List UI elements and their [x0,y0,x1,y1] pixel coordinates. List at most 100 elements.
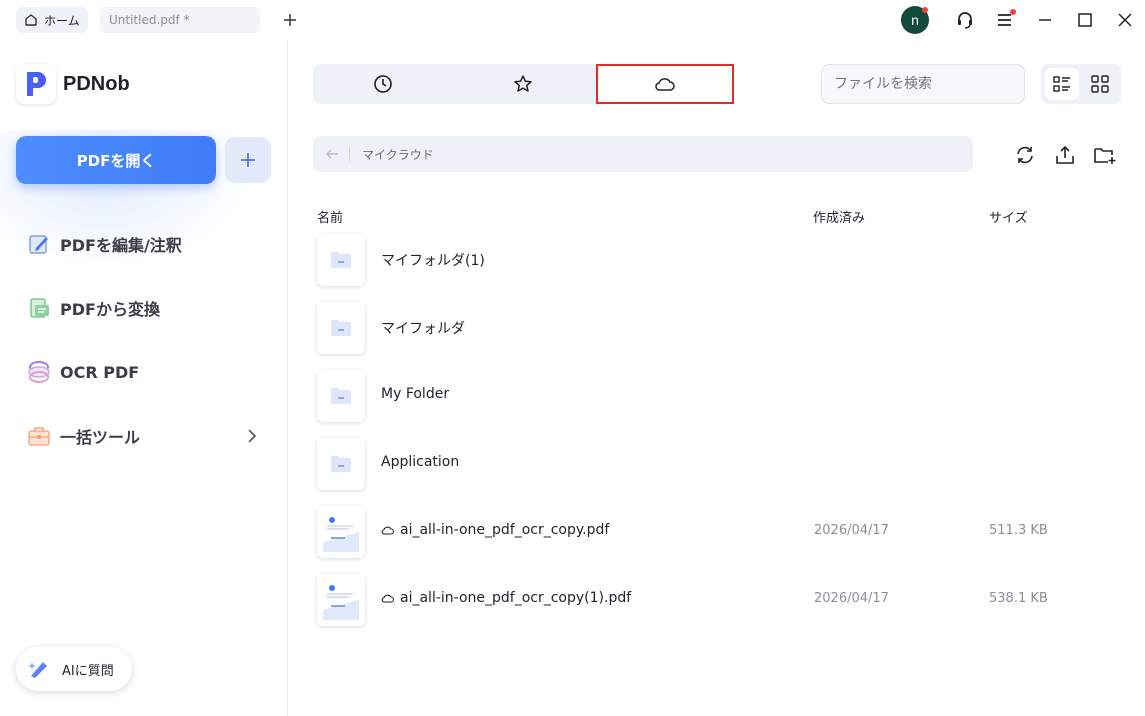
table-row[interactable]: Application [313,434,1113,494]
column-header-name[interactable]: 名前 [317,207,343,226]
cloud-icon [381,526,395,535]
recent-clock-icon [374,75,392,93]
plus-icon [241,153,255,167]
table-row[interactable]: My Folder [313,366,1113,426]
list-view-button[interactable] [1045,68,1079,100]
plus-icon [284,14,296,26]
upload-icon [1056,145,1074,164]
file-name-text: ai_all-in-one_pdf_ocr_copy(1).pdf [400,590,632,606]
tab-home-label: ホーム [44,13,80,28]
breadcrumb-divider [349,147,350,161]
file-name: ai_all-in-one_pdf_ocr_copy.pdf [381,522,609,538]
search-input[interactable] [821,64,1025,104]
sidebar-item-ocr[interactable]: OCR PDF [26,357,266,387]
created-date: 2026/04/17 [814,523,889,538]
cloud-icon [655,78,675,91]
sidebar-item-batch-tools[interactable]: 一括ツール [26,421,266,451]
sidebar-item-label: PDFから変換 [60,300,160,319]
column-header-created[interactable]: 作成済み [813,207,865,226]
support-headset-icon [958,12,972,29]
file-name: Application [381,454,459,470]
maximize-button[interactable] [1074,9,1096,31]
file-size: 538.1 KB [989,591,1048,606]
close-icon [1118,13,1132,27]
edit-icon [26,231,52,257]
table-row[interactable]: ai_all-in-one_pdf_ocr_copy.pdf 2026/04/1… [313,502,1113,562]
refresh-button[interactable] [1013,143,1037,167]
app-logo: PDNob [16,64,130,104]
view-toggle [1041,64,1121,104]
table-row[interactable]: ai_all-in-one_pdf_ocr_copy(1).pdf 2026/0… [313,570,1113,630]
chevron-right-icon [248,429,257,443]
pdf-thumbnail [317,506,365,558]
folder-icon [331,252,351,268]
support-button[interactable] [954,9,976,31]
ocr-icon [26,359,52,385]
favorites-star-icon [514,75,532,92]
app-name: PDNob [63,72,130,95]
tab-document-label: Untitled.pdf * [109,13,190,27]
file-name-text: マイフォルダ(1) [381,253,485,269]
ai-ask-button[interactable]: AIに質問 [16,647,132,691]
back-arrow-icon[interactable] [325,148,339,160]
folder-thumbnail [317,370,365,422]
file-size: 511.3 KB [989,523,1048,538]
tab-home[interactable]: ホーム [16,7,88,33]
new-folder-button[interactable] [1093,143,1117,167]
grid-view-icon [1091,75,1109,93]
sidebar-item-label: PDFを編集/注釈 [60,236,182,255]
tab-cloud[interactable] [596,64,734,104]
sidebar-item-edit[interactable]: PDFを編集/注釈 [26,229,266,259]
ai-ask-label: AIに質問 [62,663,114,679]
tab-recent[interactable] [313,64,453,104]
file-name-text: Application [381,454,460,470]
file-name: My Folder [381,386,449,402]
sidebar-item-label: OCR PDF [60,362,140,382]
close-button[interactable] [1114,9,1136,31]
breadcrumb-current[interactable]: マイクラウド [362,146,434,163]
file-name: ai_all-in-one_pdf_ocr_copy(1).pdf [381,590,631,606]
refresh-icon [1017,146,1033,164]
convert-icon [26,295,52,321]
folder-thumbnail [317,438,365,490]
table-row[interactable]: マイフォルダ(1) [313,230,1113,290]
folder-icon [331,388,351,404]
menu-notification-dot [1010,9,1016,15]
minimize-button[interactable] [1034,9,1056,31]
avatar-letter: n [911,12,919,28]
tab-favorites[interactable] [453,64,593,104]
minimize-icon [1039,19,1051,21]
sidebar: PDNob PDFを開く PDFを編集/注釈 PDFから変換 OCR PDF 一… [0,40,288,716]
cloud-icon [381,594,395,603]
folder-icon [331,320,351,336]
pdf-thumbnail [317,574,365,626]
tab-document[interactable]: Untitled.pdf * [100,7,260,33]
column-header-size[interactable]: サイズ [989,207,1028,226]
add-tab-button[interactable] [279,9,301,31]
upload-button[interactable] [1053,143,1077,167]
sidebar-item-convert[interactable]: PDFから変換 [26,293,266,323]
pdf-page-icon [323,580,359,620]
pdnob-logo-icon [16,64,56,104]
file-name-text: My Folder [381,386,450,402]
notification-dot [922,7,928,13]
folder-thumbnail [317,234,365,286]
file-name-text: ai_all-in-one_pdf_ocr_copy.pdf [400,522,610,538]
open-pdf-button[interactable]: PDFを開く [16,136,216,184]
home-icon [25,14,37,26]
new-button[interactable] [225,137,271,183]
file-name: マイフォルダ [381,318,465,338]
toolbox-icon [26,423,52,449]
folder-thumbnail [317,302,365,354]
file-name: マイフォルダ(1) [381,250,485,270]
table-row[interactable]: マイフォルダ [313,298,1113,358]
created-date: 2026/04/17 [814,591,889,606]
ai-sparkle-icon [28,662,47,678]
sidebar-item-label: 一括ツール [60,428,141,447]
grid-view-button[interactable] [1083,68,1117,100]
maximize-icon [1078,13,1092,27]
breadcrumb: マイクラウド [313,136,973,172]
file-name-text: マイフォルダ [381,321,465,337]
pdf-page-icon [323,512,359,552]
title-bar: ホーム Untitled.pdf * n [0,0,1145,40]
